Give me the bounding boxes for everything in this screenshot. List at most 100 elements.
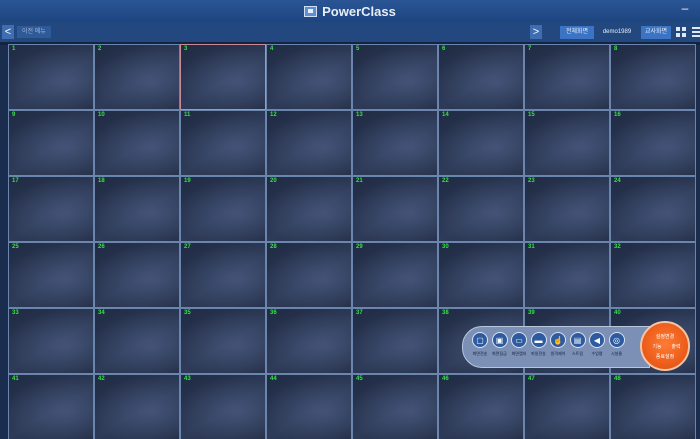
- dock-button[interactable]: ▬ 파일전송: [530, 332, 548, 357]
- dock-button-label: 스트림: [571, 351, 584, 356]
- student-screen-tile[interactable]: 21: [352, 176, 438, 242]
- student-screen-tile[interactable]: 18: [94, 176, 180, 242]
- tile-number: 27: [184, 244, 191, 250]
- student-screen-tile[interactable]: 35: [180, 308, 266, 374]
- monitor-icon: ▢: [472, 332, 488, 348]
- student-screen-tile[interactable]: 19: [180, 176, 266, 242]
- dock-button-label: 파일전송: [531, 351, 546, 356]
- minimize-button[interactable]: –: [678, 2, 692, 16]
- student-screen-tile[interactable]: 20: [266, 176, 352, 242]
- orange-label: 종료설정: [655, 354, 675, 360]
- student-screen-tile[interactable]: 11: [180, 110, 266, 176]
- dock-button[interactable]: ▭ 화면캡처: [510, 332, 528, 357]
- tile-number: 17: [12, 178, 19, 184]
- student-screen-tile[interactable]: 23: [524, 176, 610, 242]
- student-screen-tile[interactable]: 36: [266, 308, 352, 374]
- dock-button[interactable]: ◀ 수업평: [588, 332, 606, 357]
- hand-icon: ☝: [550, 332, 566, 348]
- student-screen-tile[interactable]: 14: [438, 110, 524, 176]
- tile-number: 40: [614, 310, 621, 316]
- student-screen-tile[interactable]: 2: [94, 44, 180, 110]
- student-screen-tile[interactable]: 24: [610, 176, 696, 242]
- tile-number: 7: [528, 46, 532, 52]
- control-dock: ▢ 화면전송 ▣ 화면잠금 ▭ 화면캡처 ▬ 파일전송 ☝ 원격제어 ▤ 스트림 ◀ 수업평 ◎ 시설물: [462, 326, 650, 368]
- tile-number: 1: [12, 46, 16, 52]
- student-screen-tile[interactable]: 34: [94, 308, 180, 374]
- orange-label: 설정변경: [655, 334, 675, 340]
- student-screen-tile[interactable]: 22: [438, 176, 524, 242]
- fullscreen-button[interactable]: 전체화면: [560, 26, 594, 39]
- student-screen-tile[interactable]: 37: [352, 308, 438, 374]
- tile-number: 3: [184, 46, 188, 52]
- student-screen-tile[interactable]: 13: [352, 110, 438, 176]
- tile-number: 19: [184, 178, 191, 184]
- student-screen-tile[interactable]: 5: [352, 44, 438, 110]
- stream-icon: ▤: [569, 332, 586, 348]
- main-menu-button[interactable]: 설정변경 기능 출력 종료설정: [640, 321, 690, 371]
- student-screen-tile[interactable]: 30: [438, 242, 524, 308]
- tile-number: 47: [528, 376, 535, 382]
- next-page-button[interactable]: >: [530, 25, 542, 39]
- tile-number: 4: [270, 46, 274, 52]
- tile-number: 39: [528, 310, 535, 316]
- dock-button[interactable]: ◎ 시설물: [608, 332, 626, 357]
- tile-number: 44: [270, 376, 277, 382]
- back-menu-button[interactable]: 이전 메뉴: [17, 26, 51, 38]
- student-screen-tile[interactable]: 10: [94, 110, 180, 176]
- student-screen-tile[interactable]: 9: [8, 110, 94, 176]
- prev-page-button[interactable]: <: [2, 25, 14, 39]
- dock-button-label: 화면전송: [472, 351, 488, 356]
- student-screen-tile[interactable]: 1: [8, 44, 94, 110]
- folder-icon: ▬: [530, 332, 547, 348]
- tile-number: 5: [356, 46, 360, 52]
- dock-button[interactable]: ▢ 화면전송: [471, 332, 489, 357]
- student-screen-tile[interactable]: 27: [180, 242, 266, 308]
- student-screen-tile[interactable]: 16: [610, 110, 696, 176]
- list-view-icon[interactable]: [692, 27, 700, 37]
- tile-number: 34: [98, 310, 105, 316]
- tile-number: 15: [528, 112, 535, 118]
- tile-number: 32: [614, 244, 621, 250]
- laptop-icon: ▭: [511, 332, 527, 348]
- student-screen-tile[interactable]: 8: [610, 44, 696, 110]
- dock-button-label: 원격제어: [550, 351, 566, 356]
- tile-number: 11: [184, 112, 191, 118]
- tile-number: 9: [12, 112, 16, 118]
- orange-label: 출력: [671, 344, 681, 350]
- tile-number: 14: [442, 112, 449, 118]
- student-screen-tile[interactable]: 28: [266, 242, 352, 308]
- dock-button[interactable]: ☝ 원격제어: [549, 332, 567, 357]
- speaker-icon: ◀: [589, 332, 605, 348]
- tile-number: 46: [442, 376, 449, 382]
- student-screen-tile[interactable]: 17: [8, 176, 94, 242]
- student-screen-tile[interactable]: 26: [94, 242, 180, 308]
- grid-view-icon[interactable]: [676, 27, 686, 37]
- tile-number: 22: [442, 178, 449, 184]
- dock-button[interactable]: ▤ 스트림: [569, 332, 587, 357]
- tile-number: 37: [356, 310, 363, 316]
- dock-button[interactable]: ▣ 화면잠금: [491, 332, 509, 357]
- student-screen-tile[interactable]: 29: [352, 242, 438, 308]
- student-screen-tile[interactable]: 7: [524, 44, 610, 110]
- dock-button-label: 시설물: [610, 351, 623, 356]
- lock-icon: ▣: [491, 332, 508, 348]
- user-label: demo1989: [602, 29, 632, 35]
- student-screen-tile[interactable]: 33: [8, 308, 94, 374]
- student-screen-tile[interactable]: 12: [266, 110, 352, 176]
- teacher-screen-button[interactable]: 교사화면: [641, 26, 671, 39]
- student-screen-tile[interactable]: 6: [438, 44, 524, 110]
- tile-number: 41: [12, 376, 19, 382]
- app-title: PowerClass: [0, 0, 700, 22]
- student-screen-tile[interactable]: 25: [8, 242, 94, 308]
- toolbar: < 이전 메뉴 > 전체화면 demo1989 교사화면: [0, 22, 700, 42]
- tile-number: 12: [270, 112, 277, 118]
- student-screen-tile[interactable]: 15: [524, 110, 610, 176]
- student-screen-tile[interactable]: 3: [180, 44, 266, 110]
- student-screen-tile[interactable]: 32: [610, 242, 696, 308]
- powerclass-logo-icon: [304, 5, 318, 17]
- student-screen-tile[interactable]: 31: [524, 242, 610, 308]
- tile-number: 28: [270, 244, 277, 250]
- tile-number: 21: [356, 178, 363, 184]
- student-screen-tile[interactable]: 4: [266, 44, 352, 110]
- tile-number: 33: [12, 310, 19, 316]
